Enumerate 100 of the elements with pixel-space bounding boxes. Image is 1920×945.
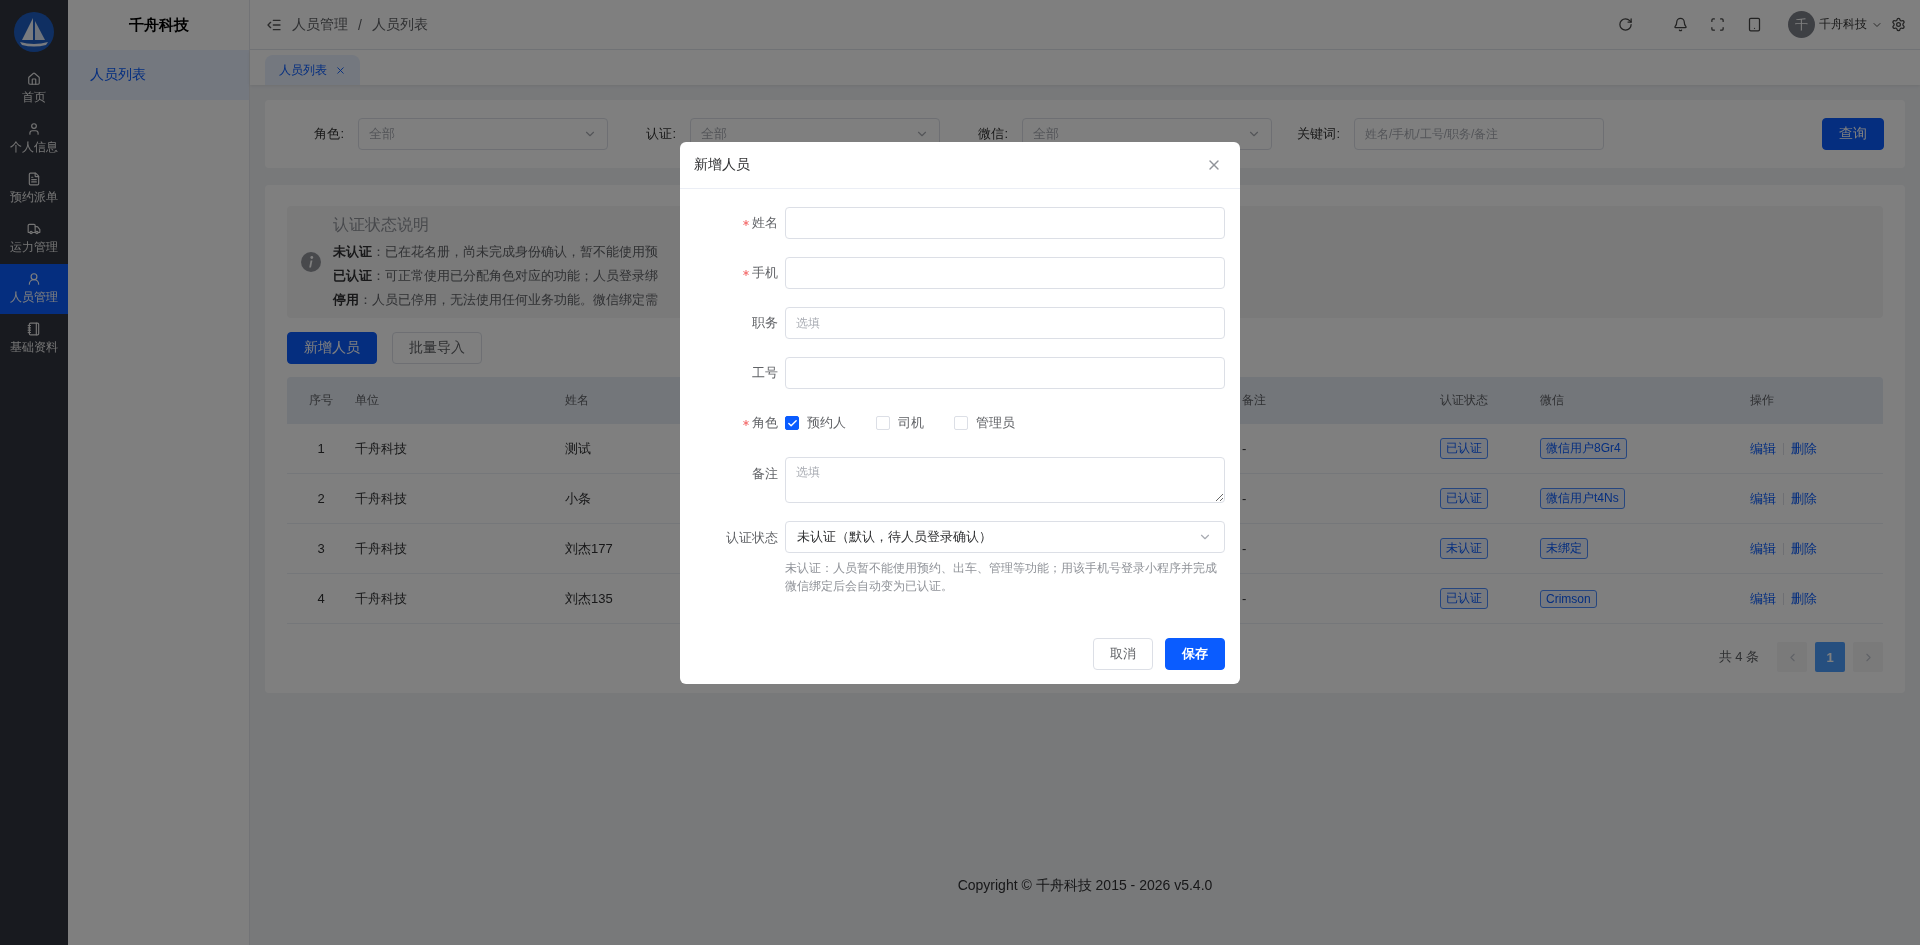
wechat-tag: 微信用户8Gr4: [1540, 438, 1627, 459]
column-header: 认证状态: [1440, 392, 1488, 409]
field-label: 认证状态: [726, 529, 778, 547]
copyright-text: Copyright © 千舟科技 2015 - 2026 v5.4.0: [957, 877, 1213, 895]
required-icon: [743, 220, 749, 226]
help-text: 未认证：人员暂不能使用预约、出车、管理等功能；用该手机号登录小程序并完成微信绑定后会自动变为已认证。: [785, 560, 1218, 595]
table-cell: 1: [317, 441, 325, 456]
checkbox-label[interactable]: 预约人: [807, 414, 846, 432]
breadcrumb-item[interactable]: 人员管理: [292, 15, 348, 34]
sailboat-logo: [14, 12, 54, 52]
table-cell: 千舟科技: [355, 439, 407, 458]
user-name[interactable]: 千舟科技: [1819, 16, 1867, 33]
field-label: 工号: [752, 364, 778, 382]
dialog-title: 新增人员: [694, 156, 750, 174]
nav-item[interactable]: 人员管理: [0, 264, 68, 314]
text-field[interactable]: [785, 357, 1225, 389]
required-icon: [743, 270, 749, 276]
filter-label: 角色:: [313, 125, 345, 143]
notice-text: 未认证：已在花名册，尚未完成身份确认，暂不能使用预: [333, 242, 658, 261]
truck-icon: [27, 222, 41, 236]
wechat-tag: 未绑定: [1540, 538, 1588, 559]
nav-item[interactable]: 预约派单: [0, 164, 68, 214]
import-button[interactable]: 批量导入: [392, 332, 482, 364]
text-field[interactable]: [785, 207, 1225, 239]
close-icon[interactable]: [335, 64, 346, 76]
notice-text: 停用：人员已停用，无法使用任何业务功能。微信绑定需: [333, 290, 658, 309]
total-count: 共 4 条: [1718, 648, 1759, 666]
user-icon: [27, 122, 41, 136]
table-cell: -: [1242, 541, 1247, 556]
table-cell: 千舟科技: [355, 489, 407, 508]
cancel-button[interactable]: 取消: [1093, 638, 1153, 670]
edit-link[interactable]: 编辑: [1750, 439, 1776, 458]
home-icon: [27, 72, 41, 86]
column-header: 序号: [309, 392, 333, 409]
nav-item[interactable]: 个人信息: [0, 114, 68, 164]
checkbox-label[interactable]: 管理员: [976, 414, 1015, 432]
refresh-icon[interactable]: [1618, 17, 1633, 32]
status-tag: 已认证: [1440, 438, 1488, 459]
field-label: 角色: [752, 414, 778, 432]
status-tag: 已认证: [1440, 488, 1488, 509]
filter-label: 关键词:: [1296, 125, 1341, 143]
edit-link[interactable]: 编辑: [1750, 489, 1776, 508]
wechat-tag: Crimson: [1540, 589, 1597, 608]
delete-link[interactable]: 删除: [1791, 589, 1817, 608]
column-header: 备注: [1242, 392, 1266, 409]
wechat-tag: 微信用户t4Ns: [1540, 488, 1625, 509]
search-button[interactable]: 查询: [1822, 118, 1884, 150]
table-cell: 千舟科技: [355, 589, 407, 608]
table-cell: 小条: [565, 489, 591, 508]
table-cell: -: [1242, 441, 1247, 456]
nav-item[interactable]: 基础资料: [0, 314, 68, 364]
person-icon: [27, 272, 41, 286]
text-field[interactable]: 选填: [785, 307, 1225, 339]
filter-label: 认证:: [645, 125, 677, 143]
status-tag: 未认证: [1440, 538, 1488, 559]
field-label: 手机: [752, 264, 778, 282]
document-icon: [27, 172, 41, 186]
delete-link[interactable]: 删除: [1791, 539, 1817, 558]
status-select[interactable]: 未认证（默认，待人员登录确认）: [785, 521, 1225, 553]
page-tab[interactable]: 人员列表: [265, 55, 360, 85]
checkbox[interactable]: [785, 416, 799, 430]
menu-item[interactable]: 人员列表: [68, 50, 249, 100]
table-cell: 千舟科技: [355, 539, 407, 558]
field-label: 职务: [752, 314, 778, 332]
table-cell: -: [1242, 491, 1247, 506]
bell-icon[interactable]: [1673, 17, 1688, 32]
checkbox-label[interactable]: 司机: [898, 414, 924, 432]
delete-link[interactable]: 删除: [1791, 439, 1817, 458]
field-label: 备注: [752, 465, 778, 483]
table-cell: 3: [317, 541, 325, 556]
notebook-icon: [27, 322, 41, 336]
add-button[interactable]: 新增人员: [287, 332, 377, 364]
textarea-field[interactable]: 选填: [785, 457, 1225, 503]
app-title: 千舟科技: [127, 14, 190, 35]
notice-text: 已认证：可正常使用已分配角色对应的功能；人员登录绑: [333, 266, 658, 285]
text-field[interactable]: [785, 257, 1225, 289]
column-header: 微信: [1540, 392, 1564, 409]
column-header: 操作: [1750, 392, 1774, 409]
column-header: 单位: [355, 392, 379, 409]
edit-link[interactable]: 编辑: [1750, 539, 1776, 558]
nav-item[interactable]: 首页: [0, 64, 68, 114]
info-icon: [301, 252, 321, 272]
field-label: 姓名: [752, 214, 778, 232]
page-button[interactable]: 1: [1815, 642, 1845, 672]
table-cell: 2: [317, 491, 325, 506]
delete-link[interactable]: 删除: [1791, 489, 1817, 508]
save-button[interactable]: 保存: [1165, 638, 1225, 670]
table-cell: 刘杰135: [565, 589, 613, 608]
table-cell: -: [1242, 591, 1247, 606]
table-cell: 4: [317, 591, 325, 606]
nav-item[interactable]: 运力管理: [0, 214, 68, 264]
status-tag: 已认证: [1440, 588, 1488, 609]
table-cell: 测试: [565, 439, 591, 458]
table-cell: 刘杰177: [565, 539, 613, 558]
filter-label: 微信:: [977, 125, 1009, 143]
tablet-icon[interactable]: [1747, 17, 1762, 32]
fullscreen-icon[interactable]: [1710, 17, 1725, 32]
settings-icon[interactable]: [1891, 17, 1906, 32]
breadcrumb-item: 人员列表: [371, 15, 428, 34]
edit-link[interactable]: 编辑: [1750, 589, 1776, 608]
